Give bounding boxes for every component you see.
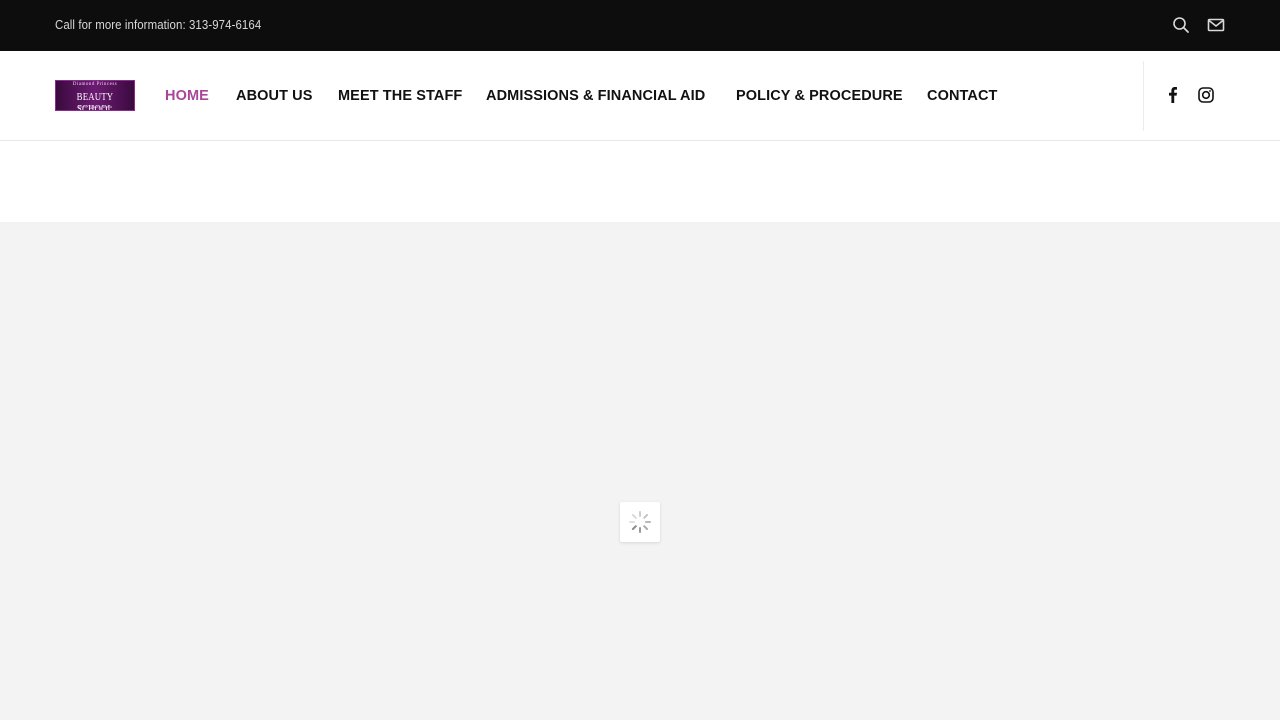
spinner-icon [629,511,651,533]
nav-item-about-us[interactable]: ABOUT US [236,88,313,104]
logo-top-text: Diamond Princess [72,82,118,87]
nav-item-home[interactable]: HOME [165,88,209,104]
page-title-area [0,141,1280,222]
nav-item-policy-procedure[interactable]: POLICY & PROCEDURE [736,88,903,104]
contact-info-text: Call for more information: 313-974-6164 [55,17,262,32]
search-icon[interactable] [1172,16,1190,34]
nav-item-admissions-financial-aid[interactable]: ADMISSIONS & FINANCIAL AID [486,88,705,104]
nav-item-meet-the-staff[interactable]: MEET THE STAFF [338,88,462,104]
facebook-icon[interactable] [1164,86,1182,104]
main-content [0,222,1280,720]
main-header: Diamond Princess BEAUTY SCHOOL Where Bea… [0,51,1280,141]
site-logo[interactable]: Diamond Princess BEAUTY SCHOOL Where Bea… [55,80,135,111]
nav-item-contact[interactable]: CONTACT [927,88,998,104]
logo-tagline: Where Beauty Begins [77,104,113,109]
instagram-icon[interactable] [1197,86,1215,104]
header-divider [1143,61,1144,131]
top-bar: Call for more information: 313-974-6164 [0,0,1280,51]
loading-spinner [620,502,660,542]
mail-icon[interactable] [1207,16,1225,34]
